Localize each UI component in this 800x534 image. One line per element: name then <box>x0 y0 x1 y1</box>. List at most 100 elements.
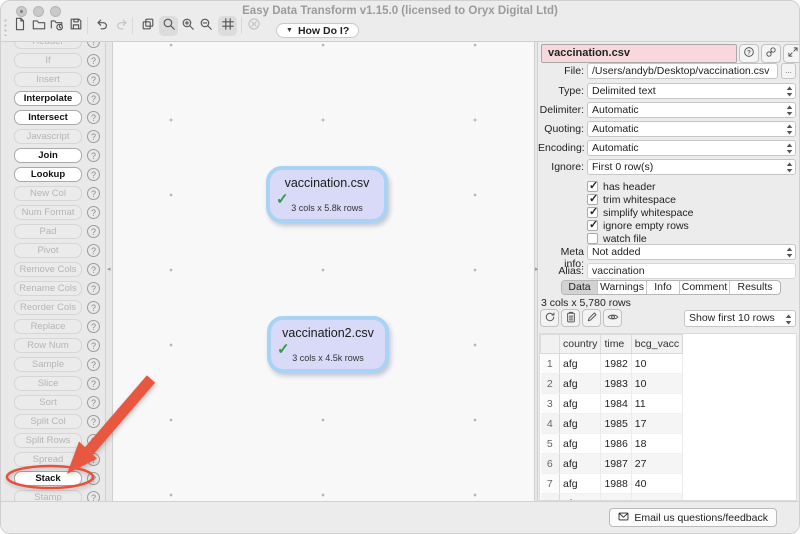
browse-button[interactable]: ... <box>781 63 796 79</box>
ignore-input[interactable]: First 0 row(s) <box>587 159 796 175</box>
cancel-button[interactable] <box>244 16 263 36</box>
delimiter-select[interactable]: Automatic <box>587 102 796 118</box>
help-icon[interactable]: ? <box>87 472 100 485</box>
help-icon[interactable]: ? <box>87 168 100 181</box>
recent-files-button[interactable] <box>47 16 66 36</box>
quoting-select[interactable]: Automatic <box>587 121 796 137</box>
grid-snap-button[interactable] <box>218 16 237 36</box>
help-icon[interactable]: ? <box>87 282 100 295</box>
transform-button-row-num[interactable]: Row Num <box>14 338 82 353</box>
toolbar-drag-handle[interactable] <box>4 18 7 36</box>
help-icon[interactable]: ? <box>87 244 100 257</box>
help-icon[interactable]: ? <box>87 320 100 333</box>
help-icon[interactable]: ? <box>87 111 100 124</box>
help-icon[interactable]: ? <box>87 491 100 501</box>
transform-button-spread[interactable]: Spread <box>14 452 82 467</box>
tab-comment[interactable]: Comment <box>680 281 730 294</box>
tab-results[interactable]: Results <box>730 281 780 294</box>
transform-button-stamp[interactable]: Stamp <box>14 490 82 501</box>
transform-button-rename-cols[interactable]: Rename Cols <box>14 281 82 296</box>
help-icon[interactable]: ? <box>87 130 100 143</box>
help-icon[interactable]: ? <box>87 301 100 314</box>
transform-button-slice[interactable]: Slice <box>14 376 82 391</box>
transform-button-pivot[interactable]: Pivot <box>14 243 82 258</box>
expand-button[interactable] <box>783 44 800 63</box>
workflow-canvas[interactable]: ✓ vaccination.csv 3 cols x 5.8k rows ✓ va… <box>113 42 534 503</box>
duplicate-button[interactable] <box>138 16 157 36</box>
zoom-out-button[interactable] <box>196 16 215 36</box>
help-icon[interactable]: ? <box>87 358 100 371</box>
file-input[interactable]: /Users/andyb/Desktop/vaccination.csv <box>587 63 778 79</box>
rows-shown-select[interactable]: Show first 10 rows <box>684 310 796 327</box>
redo-button[interactable] <box>112 16 131 36</box>
checkbox-watch-file[interactable]: watch file <box>587 232 647 245</box>
transform-button-split-rows[interactable]: Split Rows <box>14 433 82 448</box>
alias-input[interactable]: vaccination <box>587 263 796 279</box>
input-node-vaccination2.csv[interactable]: ✓ vaccination2.csv 3 cols x 4.5k rows <box>267 316 389 373</box>
open-folder-button[interactable] <box>29 16 48 36</box>
how-do-i-button[interactable]: ▼ How Do I? <box>276 23 359 38</box>
transform-button-stack[interactable]: Stack <box>14 471 82 486</box>
transform-button-split-col[interactable]: Split Col <box>14 414 82 429</box>
checkbox-ignore-empty-rows[interactable]: ✓ ignore empty rows <box>587 219 689 232</box>
transform-button-javascript[interactable]: Javascript <box>14 129 82 144</box>
meta-info-select[interactable]: Not added <box>587 244 796 260</box>
tab-warnings[interactable]: Warnings <box>598 281 647 294</box>
help-icon[interactable]: ? <box>87 92 100 105</box>
type-select[interactable]: Delimited text <box>587 83 796 99</box>
copy-table-icon <box>565 311 577 326</box>
help-icon[interactable]: ? <box>87 453 100 466</box>
transform-button-lookup[interactable]: Lookup <box>14 167 82 182</box>
view-button[interactable] <box>603 309 622 327</box>
transform-button-if[interactable]: If <box>14 53 82 68</box>
help-icon[interactable]: ? <box>87 263 100 276</box>
help-icon[interactable]: ? <box>87 187 100 200</box>
transform-button-num-format[interactable]: Num Format <box>14 205 82 220</box>
copy-table-button[interactable] <box>561 309 580 327</box>
transform-button-intersect[interactable]: Intersect <box>14 110 82 125</box>
transform-button-insert[interactable]: Insert <box>14 72 82 87</box>
transform-button-pad[interactable]: Pad <box>14 224 82 239</box>
help-icon[interactable]: ? <box>87 149 100 162</box>
help-button[interactable]: ? <box>739 44 759 63</box>
transform-button-replace[interactable]: Replace <box>14 319 82 334</box>
transform-button-interpolate[interactable]: Interpolate <box>14 91 82 106</box>
help-icon[interactable]: ? <box>87 396 100 409</box>
item-name-field[interactable]: vaccination.csv <box>541 44 737 63</box>
transform-button-sample[interactable]: Sample <box>14 357 82 372</box>
help-icon[interactable]: ? <box>87 54 100 67</box>
undo-button[interactable] <box>92 16 111 36</box>
transform-button-remove-cols[interactable]: Remove Cols <box>14 262 82 277</box>
input-node-vaccination.csv[interactable]: ✓ vaccination.csv 3 cols x 5.8k rows <box>266 166 388 223</box>
left-pane-splitter[interactable]: ◂ <box>105 42 113 501</box>
save-button[interactable] <box>66 16 85 36</box>
help-icon[interactable]: ? <box>87 42 100 48</box>
help-icon[interactable]: ? <box>87 339 100 352</box>
row-number-cell: 6 <box>541 454 560 474</box>
email-feedback-button[interactable]: Email us questions/feedback <box>609 508 777 527</box>
zoom-mode-button[interactable] <box>159 16 178 36</box>
transform-button-join[interactable]: Join <box>14 148 82 163</box>
select-arrows-icon <box>786 105 793 120</box>
zoom-in-button[interactable] <box>178 16 197 36</box>
tab-info[interactable]: Info <box>647 281 680 294</box>
help-icon[interactable]: ? <box>87 434 100 447</box>
edit-button[interactable] <box>582 309 601 327</box>
help-icon[interactable]: ? <box>87 73 100 86</box>
transform-button-new-col[interactable]: New Col <box>14 186 82 201</box>
undo-icon <box>95 17 109 36</box>
help-icon[interactable]: ? <box>87 206 100 219</box>
checkbox-trim-whitespace[interactable]: ✓ trim whitespace <box>587 193 676 206</box>
transform-button-reorder-cols[interactable]: Reorder Cols <box>14 300 82 315</box>
checkbox-simplify-whitespace[interactable]: ✓ simplify whitespace <box>587 206 693 219</box>
new-document-button[interactable] <box>10 16 29 36</box>
refresh-button[interactable] <box>540 309 559 327</box>
encoding-select[interactable]: Automatic <box>587 140 796 156</box>
help-icon[interactable]: ? <box>87 225 100 238</box>
help-icon[interactable]: ? <box>87 415 100 428</box>
link-button[interactable] <box>761 44 781 63</box>
tab-data[interactable]: Data <box>562 281 598 294</box>
help-icon[interactable]: ? <box>87 377 100 390</box>
transform-button-sort[interactable]: Sort <box>14 395 82 410</box>
transform-button-header[interactable]: Header <box>14 42 82 49</box>
